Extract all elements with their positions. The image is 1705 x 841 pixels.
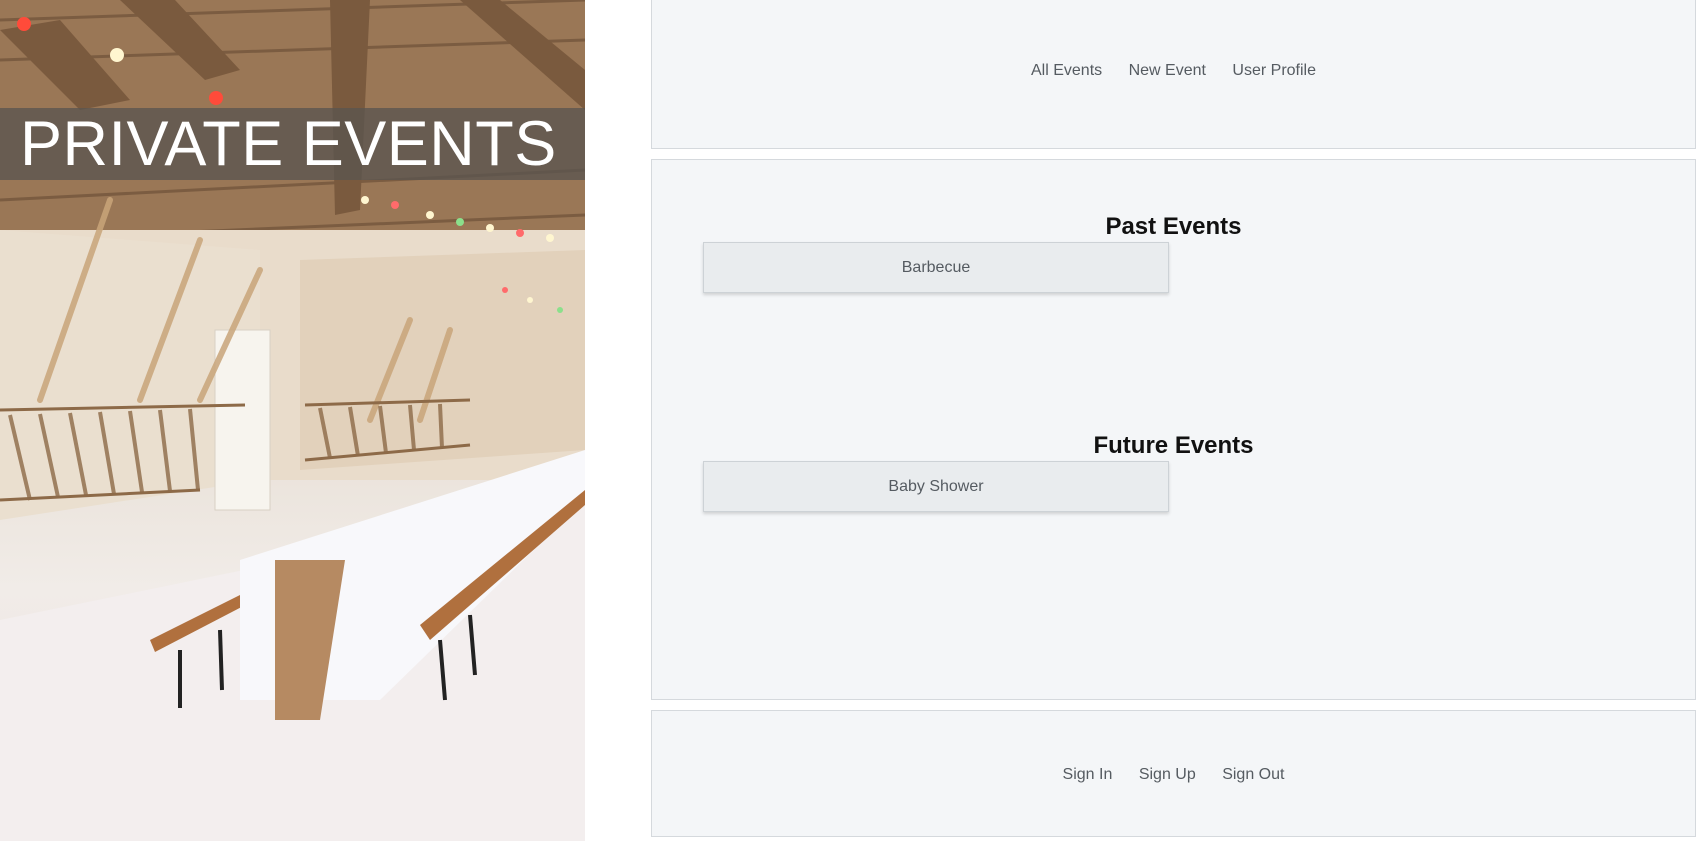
nav-new-event-link[interactable]: New Event xyxy=(1129,62,1206,79)
sign-up-link[interactable]: Sign Up xyxy=(1139,766,1196,783)
top-nav: All Events New Event User Profile xyxy=(652,62,1695,80)
event-card-baby-shower[interactable]: Baby Shower xyxy=(703,461,1169,512)
future-events-heading: Future Events xyxy=(1093,432,1254,459)
nav-user-profile-link[interactable]: User Profile xyxy=(1232,62,1316,79)
events-panel: Past Events Barbecue Future Events Baby … xyxy=(651,159,1696,700)
sign-out-link[interactable]: Sign Out xyxy=(1222,766,1284,783)
past-events-heading: Past Events xyxy=(1105,213,1242,240)
top-nav-panel: All Events New Event User Profile xyxy=(651,0,1696,149)
auth-nav-panel: Sign In Sign Up Sign Out xyxy=(651,710,1696,837)
hero-banner: PRIVATE EVENTS xyxy=(0,0,585,841)
auth-nav: Sign In Sign Up Sign Out xyxy=(652,766,1695,784)
sign-in-link[interactable]: Sign In xyxy=(1063,766,1113,783)
nav-all-events-link[interactable]: All Events xyxy=(1031,62,1102,79)
site-title: PRIVATE EVENTS xyxy=(20,109,557,179)
event-card-barbecue[interactable]: Barbecue xyxy=(703,242,1169,293)
